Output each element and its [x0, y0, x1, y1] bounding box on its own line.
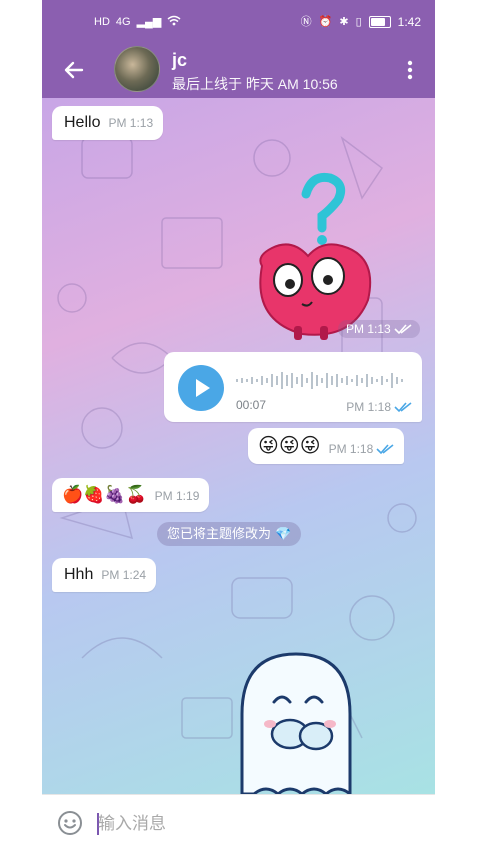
message-time: PM 1:18	[328, 442, 374, 456]
hd-indicator: HD	[94, 16, 110, 28]
message-bubble-outgoing[interactable]: 😜😜😜 PM 1:18	[248, 428, 405, 464]
double-check-icon	[394, 324, 412, 335]
message-meta: PM 1:18	[346, 400, 412, 414]
message-text: Hello	[64, 114, 101, 131]
service-message: 您已将主题修改为 💎	[157, 522, 302, 546]
status-right: Ⓝ ⏰ ✱ ▯ 1:42	[301, 15, 421, 29]
play-icon[interactable]	[178, 365, 224, 411]
double-check-icon	[394, 402, 412, 413]
wifi-icon	[167, 15, 181, 29]
nfc-icon: Ⓝ	[300, 16, 312, 28]
message-text: 😜😜😜	[258, 435, 321, 457]
last-seen-status: 最后上线于 昨天 AM 10:56	[172, 76, 338, 92]
double-check-icon	[376, 444, 394, 455]
smiley-icon[interactable]	[57, 810, 83, 836]
message-text: Hhh	[64, 566, 94, 583]
bluetooth-icon: ✱	[339, 16, 349, 28]
message-bubble-incoming[interactable]: Hhh PM 1:24	[52, 558, 157, 592]
sticker-ghost[interactable]	[230, 644, 360, 794]
voice-duration: 00:07	[236, 398, 267, 412]
message-input-bar	[42, 794, 435, 850]
message-time: PM 1:13	[108, 116, 154, 130]
message-bubble-incoming[interactable]: Hello PM 1:13	[52, 106, 164, 140]
network-indicator: 4G	[115, 16, 131, 28]
message-time: PM 1:19	[154, 489, 200, 503]
message-time: PM 1:13	[346, 322, 391, 336]
more-vert-icon[interactable]	[405, 58, 415, 82]
avatar[interactable]	[114, 46, 160, 92]
voice-message-bubble[interactable]: 00:07 PM 1:18	[164, 352, 422, 422]
voice-waveform[interactable]	[236, 370, 408, 390]
status-time: 1:42	[397, 15, 421, 29]
message-text: 🍎🍓🍇🍒	[62, 485, 147, 504]
message-bubble-incoming[interactable]: 🍎🍓🍇🍒 PM 1:19	[52, 478, 210, 512]
chat-area[interactable]: Hello PM 1:13 PM 1:13 00:07 PM 1:18 😜😜😜 …	[42, 98, 435, 794]
phone-screen: HD 4G ▂▄▆ Ⓝ ⏰ ✱ ▯ 1:42 jc 最后上线于 昨天 AM 10…	[42, 0, 435, 850]
status-left: HD 4G ▂▄▆	[94, 15, 181, 29]
chat-header: jc 最后上线于 昨天 AM 10:56	[42, 46, 435, 98]
signal-icon: ▂▄▆	[136, 16, 162, 28]
diamond-icon: 💎	[275, 526, 292, 541]
message-time: PM 1:18	[346, 400, 391, 414]
chat-title[interactable]: jc	[172, 50, 187, 71]
message-time: PM 1:24	[101, 568, 147, 582]
status-bar: HD 4G ▂▄▆ Ⓝ ⏰ ✱ ▯ 1:42	[42, 0, 435, 46]
back-arrow-icon[interactable]	[60, 56, 88, 84]
battery-icon	[368, 16, 391, 28]
alarm-icon: ⏰	[318, 16, 333, 28]
message-input[interactable]	[96, 809, 400, 839]
service-message-text: 您已将主题修改为	[167, 526, 272, 541]
sticker-time-badge: PM 1:13	[338, 320, 420, 338]
vibrate-icon: ▯	[355, 16, 362, 28]
